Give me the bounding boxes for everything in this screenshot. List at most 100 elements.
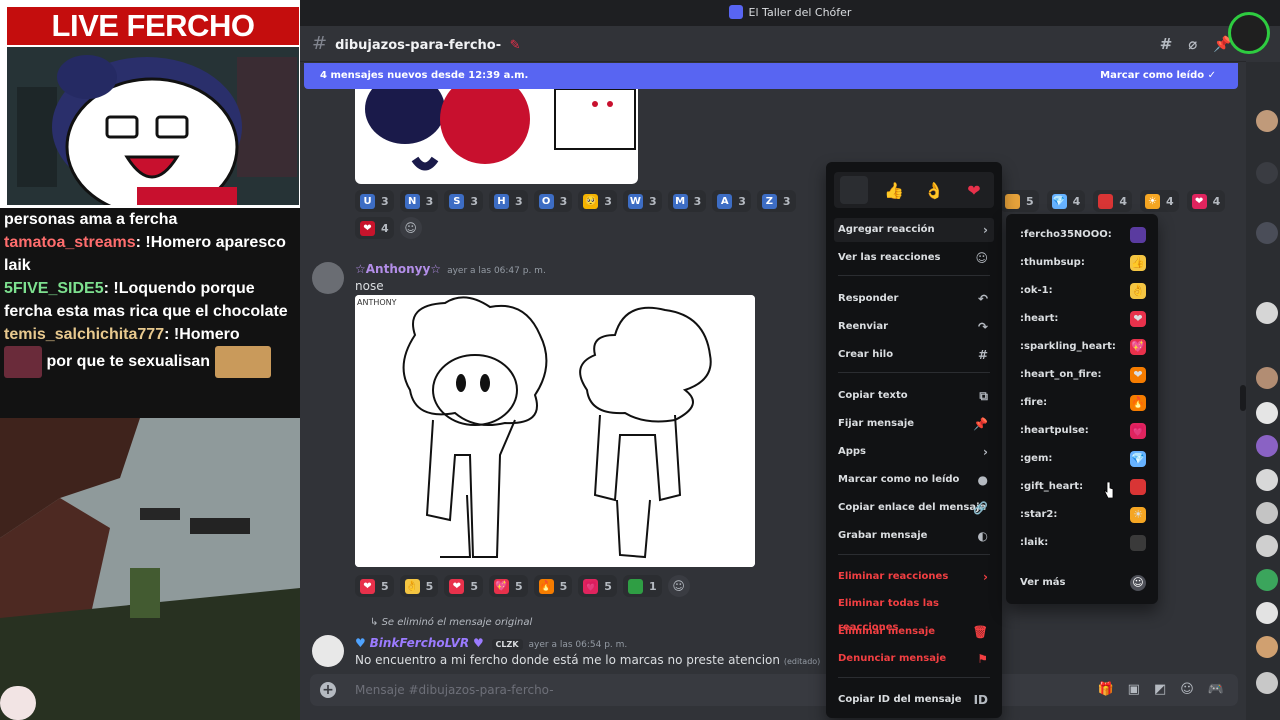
quick-reaction-heart-icon[interactable]: ❤ (960, 176, 988, 204)
emoji-option[interactable]: :heartpulse: 💗 (1014, 418, 1150, 444)
quick-reaction-ok-icon[interactable]: 👌 (920, 176, 948, 204)
member-avatar[interactable] (1256, 569, 1278, 591)
reply-arrow-icon: ↳ (370, 617, 382, 628)
emoji-option[interactable]: :gift_heart: (1014, 474, 1150, 500)
activities-icon[interactable]: 🎮 (1208, 674, 1224, 706)
emoji-option[interactable]: :gem: 💎 (1014, 446, 1150, 472)
reaction-chip[interactable]: 5 (1000, 190, 1039, 212)
reaction-count: 4 (1165, 194, 1174, 208)
quick-reaction-thumbsup-icon[interactable]: 👍 (880, 176, 908, 204)
message-author[interactable]: BinkFerchoLVR (370, 636, 470, 650)
attachment-image[interactable] (355, 89, 638, 184)
menu-item-create-thread[interactable]: Crear hilo # (834, 343, 994, 367)
message-composer[interactable]: + Mensaje #dibujazos-para-fercho- 🎁 ▣ ◩ … (310, 674, 1238, 706)
menu-item-report-message[interactable]: Denunciar mensaje ⚑ (834, 647, 994, 671)
avatar[interactable] (312, 635, 344, 667)
member-avatar[interactable] (1256, 110, 1278, 132)
message-author[interactable]: ☆Anthonyy☆ (355, 262, 441, 276)
new-messages-banner[interactable]: 4 mensajes nuevos desde 12:39 a.m. Marca… (304, 63, 1238, 89)
menu-item-apps[interactable]: Apps › (834, 440, 994, 464)
menu-item-copy-link[interactable]: Copiar enlace del mensaje 🔗 (834, 496, 994, 520)
member-avatar[interactable] (1256, 672, 1278, 694)
reaction-chip[interactable]: 💖 5 (488, 575, 528, 597)
menu-item-add-reaction[interactable]: Agregar reacción › (834, 218, 994, 242)
reaction-chip[interactable]: 🥺 3 (578, 190, 617, 212)
menu-item-reply[interactable]: Responder ↶ (834, 287, 994, 311)
mark-as-read-button[interactable]: Marcar como leído ✓ (1100, 63, 1216, 89)
reaction-chip[interactable]: H3 (488, 190, 528, 212)
sticker-icon[interactable]: ◩ (1154, 674, 1166, 706)
emoji-option[interactable]: :star2: ☀ (1014, 502, 1150, 528)
reaction-chip[interactable]: Z3 (756, 190, 796, 212)
reaction-chip[interactable]: N3 (399, 190, 439, 212)
emoji-option[interactable]: :ok-1: 👌 (1014, 278, 1150, 304)
member-avatar[interactable] (1256, 302, 1278, 324)
reply-reference[interactable]: ↳ Se eliminó el mensaje original (370, 617, 532, 628)
member-avatar[interactable] (1256, 602, 1278, 624)
menu-item-mark-unread[interactable]: Marcar como no leído ● (834, 468, 994, 492)
reaction-chip[interactable]: ❤ 5 (355, 575, 394, 597)
reaction-chip[interactable]: 🔥 5 (533, 575, 573, 597)
member-avatar[interactable] (1256, 435, 1278, 457)
gift-icon[interactable]: 🎁 (1097, 674, 1113, 706)
emoji-icon[interactable]: ☺ (1180, 674, 1194, 706)
emoji-option[interactable]: :thumbsup: 👍 (1014, 250, 1150, 276)
reaction-chip[interactable]: O3 (533, 190, 573, 212)
reaction-chip[interactable]: 💎 4 (1046, 190, 1086, 212)
menu-item-pin-message[interactable]: Fijar mensaje 📌 (834, 412, 994, 436)
remove-reactions-icon: › (983, 570, 988, 584)
reaction-chip[interactable]: 👌 5 (399, 575, 439, 597)
reaction-chip[interactable]: ☀ 4 (1139, 190, 1179, 212)
add-reaction-button[interactable]: ☺ (399, 217, 422, 239)
reaction-chip[interactable]: 4 (1093, 190, 1132, 212)
attachment-image[interactable]: ANTHONY (355, 295, 755, 567)
reaction-chip[interactable]: A3 (712, 190, 751, 212)
emoji-option[interactable]: :heart_on_fire: ❤ (1014, 362, 1150, 388)
menu-item-delete-message[interactable]: Eliminar mensaje 🗑 (834, 620, 994, 644)
reaction-chip[interactable]: W3 (622, 190, 662, 212)
notifications-icon[interactable]: ⌀ (1188, 26, 1197, 62)
reaction-chip[interactable]: 1 (622, 575, 662, 597)
reaction-count: 4 (1119, 194, 1127, 208)
member-avatar[interactable] (1256, 502, 1278, 524)
emoji-option[interactable]: :sparkling_heart: 💖 (1014, 334, 1150, 360)
upload-plus-icon[interactable]: + (320, 682, 336, 698)
gif-icon[interactable]: ▣ (1128, 674, 1140, 706)
menu-item-forward[interactable]: Reenviar ↷ (834, 315, 994, 339)
threads-icon[interactable]: # (1160, 26, 1173, 62)
emoji-option[interactable]: :laik: (1014, 530, 1150, 556)
reaction-chip[interactable]: ❤ 4 (1186, 190, 1226, 212)
guild-tag[interactable]: CLZK (491, 639, 523, 650)
member-avatar[interactable] (1256, 367, 1278, 389)
member-avatar[interactable] (1256, 222, 1278, 244)
reaction-chip[interactable]: 💗 5 (578, 575, 617, 597)
menu-item-copy-text[interactable]: Copiar texto ⧉ (834, 384, 994, 408)
see-more-button[interactable]: Ver más ☺ (1014, 570, 1150, 596)
reaction-chip[interactable]: U3 (355, 190, 394, 212)
add-reaction-button[interactable]: ☺ (667, 575, 690, 597)
reaction-chip[interactable]: S3 (444, 190, 483, 212)
menu-item-copy-message-id[interactable]: Copiar ID del mensaje ID (834, 688, 994, 712)
quick-reaction-fercho-icon[interactable] (840, 176, 868, 204)
mark-unread-icon: ● (977, 473, 988, 487)
chat-text: personas ama a fercha (4, 211, 178, 228)
reaction-emoji-icon: 👌 (404, 578, 420, 594)
avatar[interactable] (312, 262, 344, 294)
menu-item-view-reactions[interactable]: Ver las reacciones ☺ (834, 246, 994, 270)
member-avatar[interactable] (1256, 469, 1278, 491)
emoji-option[interactable]: :fire: 🔥 (1014, 390, 1150, 416)
member-avatar[interactable] (1256, 535, 1278, 557)
emoji-option[interactable]: :fercho35NOOO: (1014, 222, 1150, 248)
member-avatar[interactable] (1256, 162, 1278, 184)
reaction-chip[interactable]: ❤ 5 (444, 575, 483, 597)
member-avatar[interactable] (1256, 636, 1278, 658)
member-avatar[interactable] (1256, 402, 1278, 424)
menu-item-remove-all-reactions[interactable]: Eliminar todas las reacciones (834, 592, 994, 633)
menu-item-remove-reactions[interactable]: Eliminar reacciones › (834, 565, 994, 589)
emoji-option-label: :gem: (1020, 453, 1053, 464)
menu-item-record-message[interactable]: Grabar mensaje ◐ (834, 524, 994, 548)
stream-overlay: LIVE FERCHO REACTION personas am (0, 0, 300, 720)
emoji-option[interactable]: :heart: ❤ (1014, 306, 1150, 332)
reaction-chip[interactable]: ❤ 4 (355, 217, 394, 239)
reaction-chip[interactable]: M3 (667, 190, 707, 212)
